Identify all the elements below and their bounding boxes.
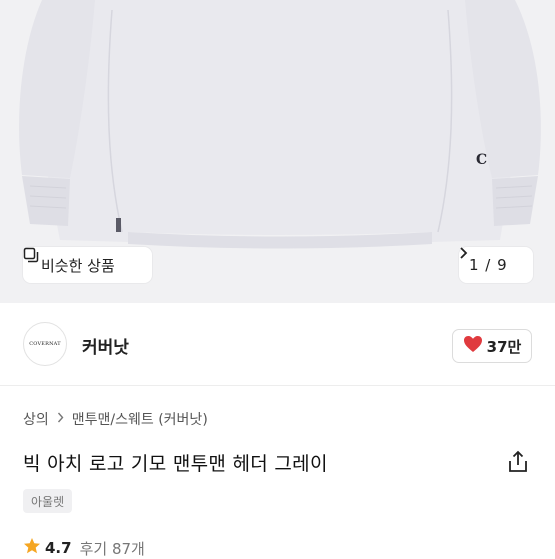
product-image-area[interactable]: C 비슷한 상품 1 / 9 <box>0 0 555 303</box>
like-button[interactable]: 37만 <box>452 329 532 363</box>
breadcrumb-item-category[interactable]: 상의 <box>23 409 49 429</box>
review-count[interactable]: 후기 87개 <box>80 538 145 559</box>
image-pager-text: 1 / 9 <box>469 256 508 274</box>
like-count: 37만 <box>486 337 522 356</box>
store-logo[interactable]: COVERNAT <box>23 322 67 366</box>
breadcrumb: 상의 맨투맨/스웨트 (커버낫) <box>23 409 208 429</box>
rating-score: 4.7 <box>45 539 72 557</box>
heart-icon <box>463 335 483 357</box>
image-pager-button[interactable]: 1 / 9 <box>459 247 533 283</box>
outlet-tag: 아울렛 <box>23 489 73 513</box>
star-icon <box>23 537 41 559</box>
store-name[interactable]: 커버낫 <box>82 333 129 358</box>
rating-row[interactable]: 4.7 후기 87개 <box>23 537 145 559</box>
sleeve-logo-letter: C <box>476 152 488 168</box>
similar-products-label: 비슷한 상품 <box>41 256 115 275</box>
share-icon[interactable] <box>505 449 531 475</box>
similar-products-button[interactable]: 비슷한 상품 <box>23 247 152 283</box>
product-title: 빅 아치 로고 기모 맨투맨 헤더 그레이 <box>23 453 328 475</box>
chevron-right-icon <box>57 412 64 427</box>
breadcrumb-item-subcategory[interactable]: 맨투맨/스웨트 (커버낫) <box>72 409 208 429</box>
store-logo-text: COVERNAT <box>29 341 61 347</box>
store-row[interactable]: COVERNAT 커버낫 37만 <box>0 303 555 386</box>
